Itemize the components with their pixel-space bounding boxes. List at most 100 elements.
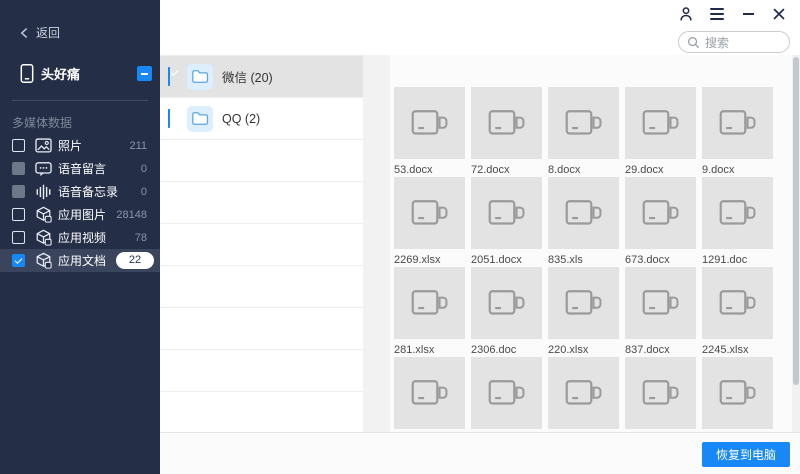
folder-row-empty (160, 266, 363, 308)
file-name: 1291.doc (702, 254, 748, 266)
item-checkbox[interactable] (12, 139, 25, 152)
file-thumbnail[interactable] (394, 267, 465, 339)
file-thumbnail[interactable] (702, 87, 773, 159)
file-item: 220.xlsx (548, 267, 619, 357)
video-camera-icon (719, 379, 755, 405)
file-name: 835.xls (548, 254, 583, 266)
file-thumbnail[interactable] (548, 87, 619, 159)
folder-checkbox[interactable] (168, 108, 170, 128)
file-name: 220.xlsx (548, 344, 589, 356)
file-name: 2269.xlsx (394, 254, 441, 266)
sidebar-item-label: 语音备忘录 (58, 185, 119, 199)
file-thumbnail[interactable] (702, 357, 773, 429)
item-checkbox[interactable] (12, 162, 25, 175)
voice-message-icon (34, 161, 52, 176)
file-item: 1291.doc (702, 177, 773, 267)
file-thumbnail[interactable] (394, 357, 465, 429)
chevron-left-icon (20, 27, 28, 38)
item-count: 211 (129, 139, 147, 152)
scrollbar-thumb[interactable] (793, 57, 799, 385)
folder-icon (187, 63, 213, 90)
scrollbar-track[interactable] (792, 55, 800, 433)
app-cube-icon (36, 229, 52, 246)
sidebar-item[interactable]: 语音备忘录 0 (0, 180, 160, 203)
item-count: 0 (140, 162, 147, 175)
folder-row-empty (160, 182, 363, 224)
file-item: 9.docx (702, 87, 773, 177)
search-input[interactable]: 搜索 (678, 31, 790, 53)
file-thumbnail[interactable] (548, 177, 619, 249)
file-thumbnail[interactable] (394, 177, 465, 249)
device-name: 头好痛 (41, 66, 81, 82)
file-name: 53.docx (394, 164, 433, 176)
file-item: 673.docx (625, 177, 696, 267)
file-grid-area: 53.docx 72.docx 8.docx 29.docx 9.docx 22… (390, 55, 792, 433)
file-name: 8.docx (548, 164, 581, 176)
file-thumbnail[interactable] (625, 357, 696, 429)
recover-to-pc-button[interactable]: 恢复到电脑 (702, 442, 790, 467)
file-item: 2245.xlsx (702, 267, 773, 357)
sidebar-item[interactable]: 照片 211 (0, 134, 160, 157)
file-name: 29.docx (625, 164, 664, 176)
file-thumbnail[interactable] (625, 87, 696, 159)
video-camera-icon (642, 109, 678, 135)
item-checkbox[interactable] (12, 254, 25, 267)
file-item: 2269.xlsx (394, 177, 465, 267)
device-select-all-checkbox[interactable] (137, 65, 152, 81)
video-camera-icon (565, 199, 601, 225)
file-thumbnail[interactable] (471, 177, 542, 249)
file-thumbnail[interactable] (471, 357, 542, 429)
file-name: 673.docx (625, 254, 670, 266)
file-item: 72.docx (471, 87, 542, 177)
file-item: 2051.docx (471, 177, 542, 267)
app-window: 返回 头好痛 多媒体数据 照片 211 语音留言 0 语音备忘录 0 应用图片 … (0, 0, 800, 474)
search-placeholder: 搜索 (705, 35, 730, 50)
file-thumbnail[interactable] (394, 87, 465, 159)
item-checkbox[interactable] (12, 185, 25, 198)
file-name: 2051.docx (471, 254, 522, 266)
video-camera-icon (488, 289, 524, 315)
file-thumbnail[interactable] (625, 267, 696, 339)
sidebar-item-label: 应用视频 (58, 231, 107, 245)
folder-label: QQ (2) (222, 111, 261, 126)
file-thumbnail[interactable] (471, 267, 542, 339)
sidebar-item[interactable]: 应用图片 28148 (0, 203, 160, 226)
folder-row[interactable]: QQ (2) (160, 98, 363, 140)
video-camera-icon (719, 109, 755, 135)
folder-row-empty (160, 392, 363, 434)
file-thumbnail[interactable] (702, 267, 773, 339)
sidebar-item[interactable]: 语音留言 0 (0, 157, 160, 180)
video-camera-icon (642, 289, 678, 315)
video-camera-icon (719, 289, 755, 315)
photo-icon (34, 138, 52, 153)
footer-bar: 恢复到电脑 (160, 432, 800, 474)
folder-checkbox[interactable] (168, 66, 170, 86)
folder-row[interactable]: 微信 (20) (160, 56, 363, 98)
sidebar-item[interactable]: 应用视频 78 (0, 226, 160, 249)
sidebar-divider (12, 100, 148, 101)
file-thumbnail[interactable] (702, 177, 773, 249)
file-thumbnail[interactable] (548, 357, 619, 429)
close-icon[interactable] (770, 5, 788, 23)
file-thumbnail[interactable] (548, 267, 619, 339)
video-camera-icon (565, 379, 601, 405)
minimize-icon[interactable] (739, 5, 757, 23)
file-thumbnail[interactable] (471, 87, 542, 159)
video-camera-icon (488, 379, 524, 405)
voice-memo-icon (36, 184, 50, 199)
main-panel: 搜索 微信 (20) QQ (2) 53.docx 72.docx 8.docx (160, 0, 800, 474)
file-item: 8.docx (548, 87, 619, 177)
file-thumbnail[interactable] (625, 177, 696, 249)
sidebar-item[interactable]: 应用文档 22 (0, 249, 160, 272)
user-icon[interactable] (677, 5, 695, 23)
menu-icon[interactable] (708, 5, 726, 23)
column-gutter (363, 55, 390, 433)
video-camera-icon (411, 289, 447, 315)
item-count-badge: 22 (116, 252, 154, 269)
item-checkbox[interactable] (12, 208, 25, 221)
file-item: 29.docx (625, 87, 696, 177)
file-name: 72.docx (471, 164, 510, 176)
file-item: 837.docx (625, 267, 696, 357)
item-checkbox[interactable] (12, 231, 25, 244)
back-button[interactable]: 返回 (20, 24, 60, 41)
